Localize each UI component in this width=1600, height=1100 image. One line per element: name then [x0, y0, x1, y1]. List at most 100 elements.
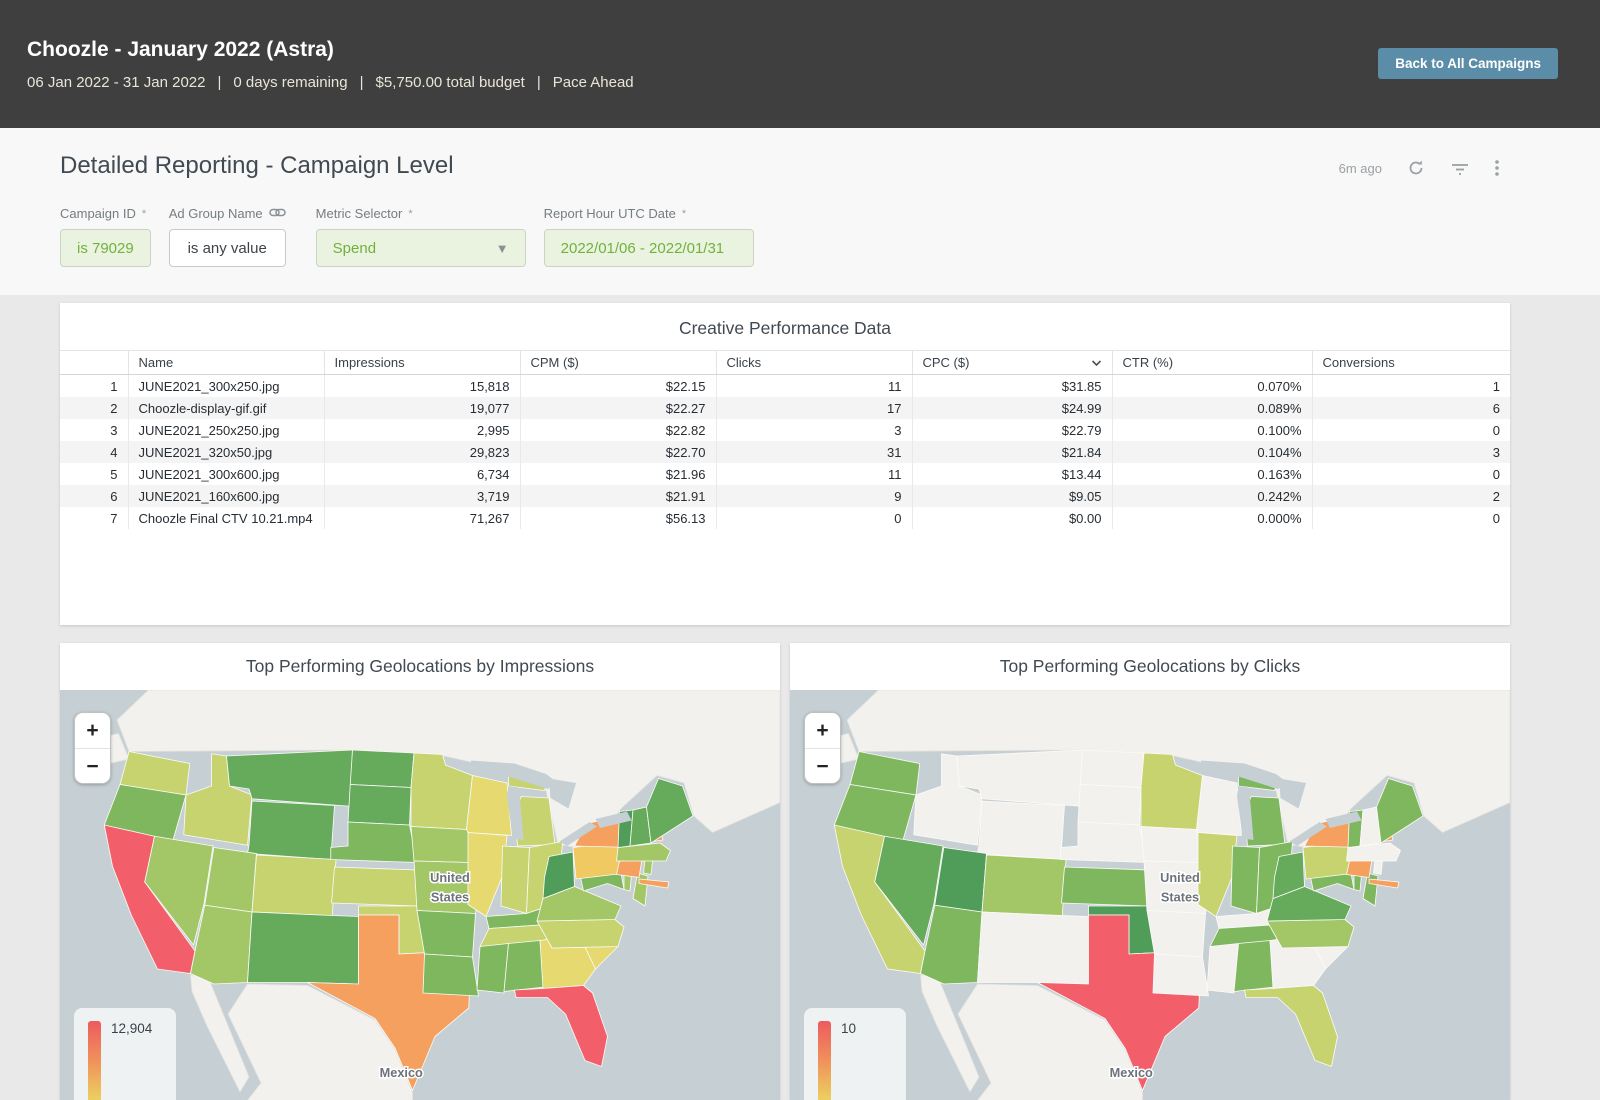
- campaign-header: Choozle - January 2022 (Astra) 06 Jan 20…: [0, 0, 1600, 128]
- column-header-conversions[interactable]: Conversions: [1312, 351, 1510, 375]
- legend-max-value: 12,904: [111, 1021, 152, 1036]
- column-header-impressions[interactable]: Impressions: [324, 351, 520, 375]
- state-ia[interactable]: [1141, 827, 1206, 863]
- state-in[interactable]: [501, 846, 530, 914]
- cell-value: 29,823: [324, 441, 520, 463]
- filter-value: 2022/01/06 - 2022/01/31: [561, 240, 724, 257]
- united-states-label-2: States: [431, 890, 469, 905]
- map-title: Top Performing Geolocations by Impressio…: [60, 643, 780, 690]
- filter-icon[interactable]: [1450, 158, 1470, 178]
- state-ks[interactable]: [1062, 867, 1149, 906]
- state-nc[interactable]: [1267, 920, 1354, 949]
- filter-label: Metric Selector*: [316, 206, 526, 221]
- state-nd[interactable]: [1080, 750, 1144, 788]
- zoom-in-button[interactable]: +: [75, 713, 110, 748]
- cell-value: $22.82: [520, 419, 716, 441]
- state-wi[interactable]: [467, 776, 512, 836]
- state-wy[interactable]: [978, 801, 1065, 860]
- state-co[interactable]: [982, 855, 1066, 916]
- cell-value: 3,719: [324, 485, 520, 507]
- campaign-meta-item: $5,750.00 total budget: [376, 74, 525, 91]
- cell-value: 0: [1312, 419, 1510, 441]
- filter-value-box[interactable]: Spend ▼: [316, 229, 526, 267]
- cell-value: $24.99: [912, 397, 1112, 419]
- zoom-out-button[interactable]: −: [805, 748, 840, 783]
- state-al[interactable]: [504, 941, 545, 992]
- campaign-meta-item: 0 days remaining: [233, 74, 347, 91]
- cell-value: 2: [1312, 485, 1510, 507]
- state-ms[interactable]: [1207, 944, 1239, 994]
- creative-performance-card: Creative Performance Data NameImpression…: [60, 303, 1510, 625]
- state-ar[interactable]: [417, 911, 476, 958]
- chevron-down-icon: ▼: [496, 241, 509, 256]
- table-row[interactable]: 2Choozle-display-gif.gif19,077$22.2717$2…: [60, 397, 1510, 419]
- table-row[interactable]: 3JUNE2021_250x250.jpg2,995$22.823$22.790…: [60, 419, 1510, 441]
- cell-value: 3: [716, 419, 912, 441]
- cell-value: 11: [716, 463, 912, 485]
- table-row[interactable]: 1JUNE2021_300x250.jpg15,818$22.1511$31.8…: [60, 375, 1510, 398]
- state-nc[interactable]: [537, 920, 624, 949]
- column-header-ctr-[interactable]: CTR (%): [1112, 351, 1312, 375]
- state-nm[interactable]: [978, 912, 1089, 984]
- state-sd[interactable]: [348, 785, 411, 826]
- cell-value: $0.00: [912, 507, 1112, 529]
- cell-value: 6: [1312, 397, 1510, 419]
- back-to-all-campaigns-button[interactable]: Back to All Campaigns: [1378, 48, 1558, 79]
- refresh-icon[interactable]: [1406, 158, 1426, 178]
- column-header-cpm-[interactable]: CPM ($): [520, 351, 716, 375]
- state-ar[interactable]: [1147, 911, 1206, 958]
- state-sd[interactable]: [1078, 785, 1141, 826]
- cell-value: $21.96: [520, 463, 716, 485]
- column-header-cpc-[interactable]: CPC ($): [912, 351, 1112, 375]
- state-ri[interactable]: [1374, 860, 1383, 875]
- cell-value: 0.089%: [1112, 397, 1312, 419]
- state-ut[interactable]: [935, 848, 987, 913]
- filter-label: Campaign ID*: [60, 206, 151, 221]
- map-area[interactable]: UnitedStatesMexico+−12,904: [60, 690, 780, 1100]
- column-header-clicks[interactable]: Clicks: [716, 351, 912, 375]
- state-la[interactable]: [1153, 954, 1209, 996]
- state-ms[interactable]: [477, 944, 509, 994]
- state-ut[interactable]: [205, 848, 257, 913]
- state-ks[interactable]: [332, 867, 419, 906]
- table-row[interactable]: 7Choozle Final CTV 10.21.mp471,267$56.13…: [60, 507, 1510, 529]
- filter-value: Spend: [333, 240, 376, 257]
- state-ct[interactable]: [617, 860, 643, 878]
- cell-value: 0.070%: [1112, 375, 1312, 398]
- table-title: Creative Performance Data: [60, 303, 1510, 350]
- state-wi[interactable]: [1197, 776, 1242, 836]
- cell-name: Choozle Final CTV 10.21.mp4: [128, 507, 324, 529]
- state-nm[interactable]: [248, 912, 359, 984]
- filter-value-box[interactable]: 2022/01/06 - 2022/01/31: [544, 229, 754, 267]
- table-row[interactable]: 6JUNE2021_160x600.jpg3,719$21.919$9.050.…: [60, 485, 1510, 507]
- state-la[interactable]: [423, 954, 479, 996]
- cell-value: 0.242%: [1112, 485, 1312, 507]
- table-row[interactable]: 4JUNE2021_320x50.jpg29,823$22.7031$21.84…: [60, 441, 1510, 463]
- state-in[interactable]: [1231, 846, 1260, 914]
- geo-map-clicks-card: Top Performing Geolocations by ClicksUni…: [790, 643, 1510, 1100]
- mexico-label: Mexico: [1110, 1065, 1153, 1080]
- filter-value-box[interactable]: is any value: [169, 229, 286, 267]
- cell-value: 0: [1312, 463, 1510, 485]
- table-row[interactable]: 5JUNE2021_300x600.jpg6,734$21.9611$13.44…: [60, 463, 1510, 485]
- filter-label: Report Hour UTC Date*: [544, 206, 754, 221]
- state-nd[interactable]: [350, 750, 414, 788]
- filter-label-text: Ad Group Name: [169, 206, 263, 221]
- state-co[interactable]: [252, 855, 336, 916]
- state-al[interactable]: [1234, 941, 1275, 992]
- kebab-icon[interactable]: [1494, 158, 1500, 178]
- map-area[interactable]: UnitedStatesMexico+−10: [790, 690, 1510, 1100]
- state-ri[interactable]: [644, 860, 653, 875]
- state-wy[interactable]: [248, 801, 335, 860]
- cell-name: JUNE2021_250x250.jpg: [128, 419, 324, 441]
- column-header-name[interactable]: Name: [128, 351, 324, 375]
- state-ct[interactable]: [1347, 860, 1373, 878]
- filter-label-text: Metric Selector: [316, 206, 403, 221]
- filter-value-box[interactable]: is 79029: [60, 229, 151, 267]
- zoom-out-button[interactable]: −: [75, 748, 110, 783]
- zoom-in-button[interactable]: +: [805, 713, 840, 748]
- united-states-label-2: States: [1161, 890, 1199, 905]
- state-ia[interactable]: [411, 827, 476, 863]
- sort-chevron-icon[interactable]: [1091, 355, 1102, 370]
- row-number: 2: [60, 397, 128, 419]
